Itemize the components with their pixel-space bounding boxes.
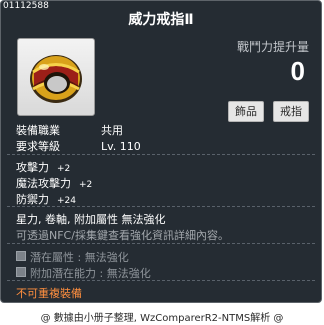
enhancement-info: 可透過NFC/採集鍵查看強化資訊詳細內容。 — [16, 229, 229, 242]
potential-bullet-icon — [16, 267, 26, 277]
stat-key: 攻擊力 — [16, 161, 49, 174]
ring-icon — [30, 55, 82, 103]
stat-defense: 防禦力 +24 — [16, 191, 76, 207]
requirement-key: 要求等級 — [16, 140, 60, 153]
combat-power-label: 戰鬥力提升量 — [236, 40, 309, 54]
requirement-value: Lv. 110 — [101, 140, 141, 153]
divider — [7, 243, 315, 244]
stat-key: 防禦力 — [16, 193, 49, 206]
category-tag-accessory: 飾品 — [228, 101, 264, 122]
stat-key: 魔法攻擊力 — [16, 177, 71, 190]
divider — [7, 154, 315, 155]
requirement-level: 要求等級 Lv. 110 — [16, 138, 141, 154]
potential-row: 潛在屬性 : 無法強化 — [16, 249, 129, 265]
requirement-key: 裝備職業 — [16, 124, 60, 137]
potential-key: 附加潛在能力 — [30, 267, 96, 280]
item-name: 威力戒指Ⅱ — [128, 12, 194, 28]
potential-value: 無法強化 — [106, 267, 151, 280]
divider — [7, 280, 315, 281]
item-icon-frame — [17, 38, 95, 116]
stat-value: +2 — [79, 180, 93, 190]
enhancement-traits: 星力, 卷軸, 附加屬性 無法強化 — [16, 213, 166, 226]
stat-magic-attack: 魔法攻擊力 +2 — [16, 175, 92, 191]
stat-value: +2 — [57, 164, 71, 174]
combat-power-value: 0 — [290, 56, 305, 86]
potential-bullet-icon — [16, 251, 26, 261]
item-tooltip: 01112588 威力戒指Ⅱ 戰鬥力提升量 0 飾品 戒指 裝備職業 共用 要求等… — [0, 0, 322, 303]
potential-value: 無法強化 — [84, 251, 129, 264]
category-tag-ring: 戒指 — [273, 101, 309, 122]
additional-potential-row: 附加潛在能力 : 無法強化 — [16, 265, 151, 281]
footer-credit: @ 數據由小册子整理, WzComparerR2-NTMS解析 @ — [40, 313, 284, 324]
divider — [7, 206, 315, 207]
stat-value: +24 — [57, 196, 76, 206]
potential-key: 潛在屬性 — [30, 251, 74, 264]
requirement-value: 共用 — [101, 124, 123, 137]
requirement-job: 裝備職業 共用 — [16, 122, 123, 138]
unique-equip-warning: 不可重複裝備 — [16, 287, 82, 300]
stat-attack: 攻擊力 +2 — [16, 159, 70, 175]
